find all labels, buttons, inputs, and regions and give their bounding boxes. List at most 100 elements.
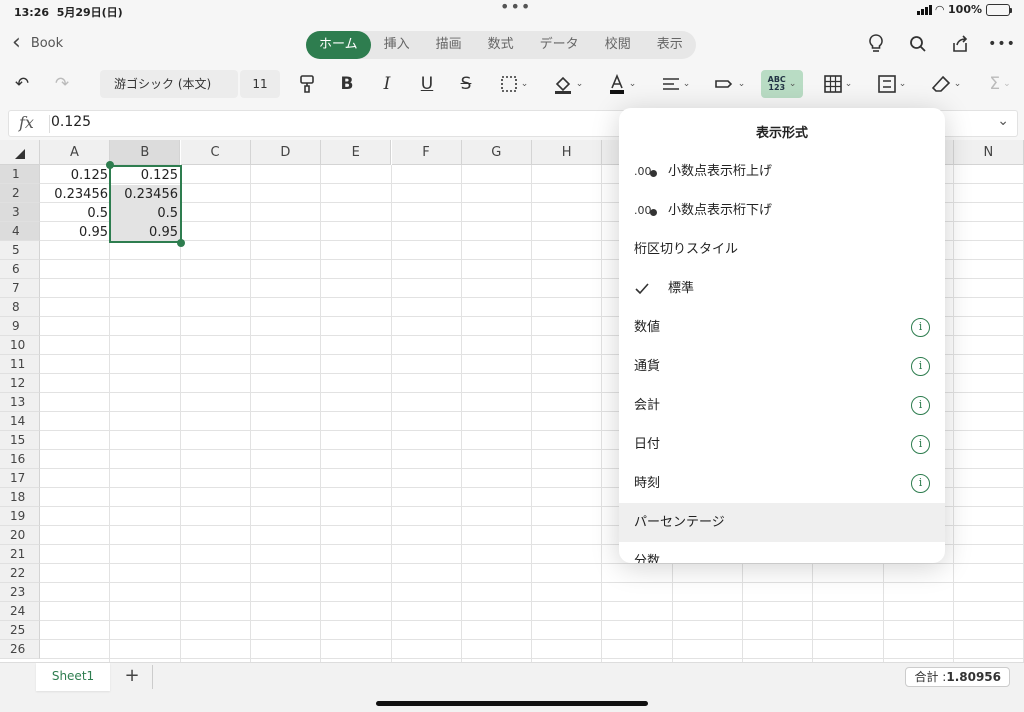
info-icon[interactable]: i — [911, 396, 930, 415]
borders-button[interactable]: ⌄ — [494, 70, 534, 98]
fill-color-button[interactable]: ⌄ — [548, 70, 588, 98]
font-color-button[interactable]: ⌄ — [602, 70, 642, 98]
lightbulb-icon[interactable] — [864, 32, 888, 56]
underline-icon[interactable]: U — [416, 70, 438, 98]
row-header-1[interactable]: 1 — [0, 165, 40, 184]
row-header-17[interactable]: 17 — [0, 469, 40, 488]
row-header-5[interactable]: 5 — [0, 241, 40, 260]
format-general-item[interactable]: 標準 — [619, 269, 945, 308]
number-format-button[interactable]: ABC 123 ⌄ — [761, 70, 803, 98]
clear-button[interactable]: ⌄ — [926, 70, 966, 98]
bold-icon[interactable]: B — [336, 70, 358, 98]
row-header-6[interactable]: 6 — [0, 260, 40, 279]
decrease-decimal-item[interactable]: .00 小数点表示桁下げ — [619, 191, 945, 230]
add-sheet-button[interactable]: + — [122, 665, 142, 686]
row-header-10[interactable]: 10 — [0, 336, 40, 355]
column-header-b[interactable]: B — [110, 140, 181, 165]
row-header-26[interactable]: 26 — [0, 640, 40, 659]
row-header-24[interactable]: 24 — [0, 602, 40, 621]
row-header-13[interactable]: 13 — [0, 393, 40, 412]
cell-A4[interactable]: 0.95 — [40, 223, 110, 242]
status-sum[interactable]: 合計 :1.80956 — [905, 667, 1010, 687]
font-name-box[interactable]: 游ゴシック (本文) — [100, 70, 238, 98]
select-all-corner[interactable] — [0, 140, 40, 165]
row-header-25[interactable]: 25 — [0, 621, 40, 640]
selection-range[interactable] — [109, 165, 182, 243]
tab-draw[interactable]: 描画 — [423, 31, 475, 59]
column-header-e[interactable]: E — [321, 140, 392, 165]
table-button[interactable]: ⌄ — [818, 70, 858, 98]
format-accounting-item[interactable]: 会計 i — [619, 386, 945, 425]
column-header-h[interactable]: H — [532, 140, 603, 165]
chevron-down-icon[interactable]: ⌄ — [997, 113, 1009, 129]
row-header-3[interactable]: 3 — [0, 203, 40, 222]
info-icon[interactable]: i — [911, 318, 930, 337]
row-header-14[interactable]: 14 — [0, 412, 40, 431]
status-right: ◠ 100% — [916, 3, 1012, 16]
row-header-2[interactable]: 2 — [0, 184, 40, 203]
sheet-tab[interactable]: Sheet1 — [36, 663, 110, 691]
row-header-9[interactable]: 9 — [0, 317, 40, 336]
row-header-18[interactable]: 18 — [0, 488, 40, 507]
info-icon[interactable]: i — [911, 435, 930, 454]
row-header-19[interactable]: 19 — [0, 507, 40, 526]
comma-style-item[interactable]: 桁区切りスタイル — [619, 230, 945, 269]
row-header-16[interactable]: 16 — [0, 450, 40, 469]
wrap-text-button[interactable]: ⌄ — [710, 70, 750, 98]
row-header-22[interactable]: 22 — [0, 564, 40, 583]
sum-icon: Σ — [989, 74, 1001, 94]
selection-handle-start[interactable] — [106, 161, 114, 169]
cell-size-button[interactable]: ⌄ — [872, 70, 912, 98]
column-header-g[interactable]: G — [461, 140, 532, 165]
format-percentage-item[interactable]: パーセンテージ — [619, 503, 945, 542]
back-button[interactable]: ‹ Book — [12, 32, 63, 54]
cell-A2[interactable]: 0.23456 — [40, 185, 110, 204]
multitasking-dots-icon[interactable]: ••• — [500, 0, 531, 16]
align-button[interactable]: ⌄ — [656, 70, 696, 98]
row-header-4[interactable]: 4 — [0, 222, 40, 241]
column-header-d[interactable]: D — [250, 140, 321, 165]
info-icon[interactable]: i — [911, 474, 930, 493]
home-indicator[interactable] — [376, 701, 648, 706]
column-header-n[interactable]: N — [953, 140, 1024, 165]
italic-icon[interactable]: I — [376, 70, 398, 98]
tab-view[interactable]: 表示 — [644, 31, 696, 59]
info-icon[interactable]: i — [911, 357, 930, 376]
strikethrough-icon[interactable]: S — [455, 70, 477, 98]
row-header-8[interactable]: 8 — [0, 298, 40, 317]
row-header-21[interactable]: 21 — [0, 545, 40, 564]
row-header-11[interactable]: 11 — [0, 355, 40, 374]
format-date-item[interactable]: 日付 i — [619, 425, 945, 464]
format-painter-icon[interactable] — [296, 70, 318, 98]
row-header-7[interactable]: 7 — [0, 279, 40, 298]
column-header-c[interactable]: C — [180, 140, 251, 165]
increase-decimal-item[interactable]: .00 小数点表示桁上げ — [619, 152, 945, 191]
format-number-item[interactable]: 数値 i — [619, 308, 945, 347]
undo-icon[interactable]: ↶ — [10, 70, 34, 98]
cell-A1[interactable]: 0.125 — [40, 166, 110, 185]
redo-icon[interactable]: ↷ — [50, 70, 74, 98]
row-header-23[interactable]: 23 — [0, 583, 40, 602]
column-header-a[interactable]: A — [40, 140, 110, 165]
autosum-button[interactable]: Σ ⌄ — [980, 70, 1020, 98]
tab-formulas[interactable]: 数式 — [475, 31, 527, 59]
share-icon[interactable] — [948, 32, 972, 56]
font-size-box[interactable]: 11 — [240, 70, 280, 98]
column-header-f[interactable]: F — [391, 140, 462, 165]
tab-insert[interactable]: 挿入 — [371, 31, 423, 59]
search-icon[interactable] — [906, 32, 930, 56]
format-fraction-item[interactable]: 分数 — [619, 542, 945, 563]
fx-icon[interactable]: fx — [19, 113, 34, 132]
format-currency-item[interactable]: 通貨 i — [619, 347, 945, 386]
formula-value[interactable]: 0.125 — [51, 114, 91, 130]
selection-handle-end[interactable] — [177, 239, 185, 247]
cell-A3[interactable]: 0.5 — [40, 204, 110, 223]
tab-home[interactable]: ホーム — [306, 31, 371, 59]
format-time-item[interactable]: 時刻 i — [619, 464, 945, 503]
tab-review[interactable]: 校閲 — [592, 31, 644, 59]
more-options-icon[interactable]: ••• — [988, 32, 1015, 56]
tab-data[interactable]: データ — [527, 31, 592, 59]
row-header-12[interactable]: 12 — [0, 374, 40, 393]
row-header-20[interactable]: 20 — [0, 526, 40, 545]
row-header-15[interactable]: 15 — [0, 431, 40, 450]
